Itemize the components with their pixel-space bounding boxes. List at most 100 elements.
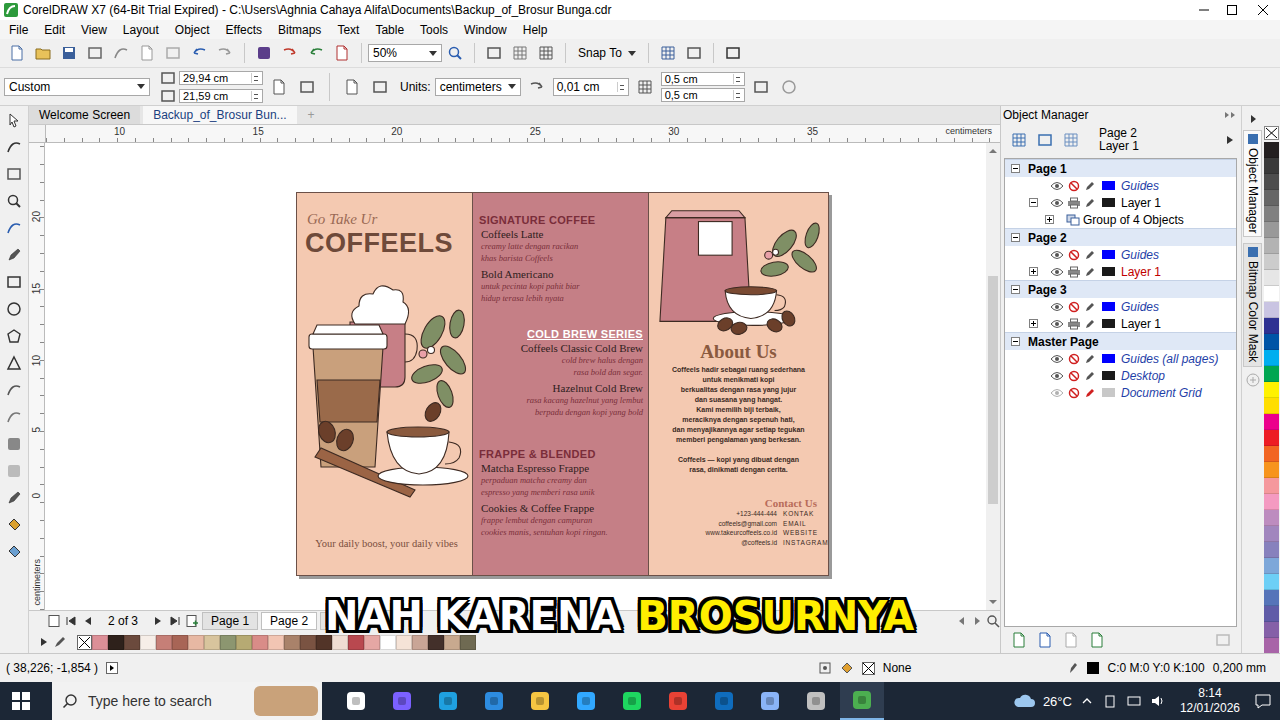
polygon-icon[interactable] [6, 328, 22, 344]
menu-item[interactable]: Effects [218, 23, 270, 37]
scroll-up-icon[interactable] [986, 145, 1000, 157]
color-swatch[interactable] [204, 635, 220, 650]
print-disabled-icon[interactable] [1067, 353, 1081, 365]
color-swatch[interactable] [1264, 430, 1279, 446]
vertical-scrollbar[interactable] [986, 143, 1000, 610]
ellipse-icon[interactable] [6, 301, 22, 317]
color-swatch[interactable] [1264, 606, 1279, 622]
bleed-icon[interactable] [753, 79, 769, 95]
taskbar-clock[interactable]: 8:1412/01/2026 [1180, 686, 1240, 716]
save-icon[interactable] [61, 45, 77, 61]
new-layer-icon[interactable] [1011, 632, 1027, 648]
color-swatch[interactable] [1264, 510, 1279, 526]
color-swatch[interactable] [1264, 270, 1279, 286]
tree-object-row[interactable]: Group of 4 Objects [1005, 211, 1236, 228]
edit-pencil-icon[interactable] [1084, 318, 1096, 330]
pick-icon[interactable] [6, 112, 22, 128]
menu-item[interactable]: Edit [36, 23, 73, 37]
redo-icon[interactable] [217, 45, 233, 61]
previous-page-icon[interactable] [81, 614, 95, 628]
next-page-icon[interactable] [151, 614, 165, 628]
visibility-eye-icon[interactable] [1050, 198, 1064, 208]
docker-tab[interactable]: Object Manager [1243, 130, 1262, 237]
shape-icon[interactable] [6, 139, 22, 155]
color-swatch[interactable] [1264, 462, 1279, 478]
tree-layer-row[interactable]: Guides [1005, 246, 1236, 263]
print-disabled-icon[interactable] [1067, 301, 1081, 313]
color-swatch[interactable] [1264, 190, 1279, 206]
cut-icon[interactable] [113, 45, 129, 61]
color-swatch[interactable] [1264, 574, 1279, 590]
visibility-eye-icon[interactable] [1050, 371, 1064, 381]
color-swatch[interactable] [108, 635, 124, 650]
zoom-navigator-icon[interactable] [986, 614, 1000, 628]
color-swatch[interactable] [1264, 238, 1279, 254]
visibility-eye-icon[interactable] [1050, 354, 1064, 364]
portrait-icon[interactable] [271, 79, 287, 95]
taskbar-app-button[interactable] [840, 682, 884, 720]
taskbar-app-button[interactable] [564, 682, 608, 720]
tree-layer-row[interactable]: Guides (all pages) [1005, 350, 1236, 367]
drop-shadow-icon[interactable] [6, 436, 22, 452]
color-swatch[interactable] [1264, 334, 1279, 350]
expand-toggle[interactable] [1029, 198, 1038, 207]
no-color-swatch-icon[interactable] [77, 635, 92, 650]
new-tab-button[interactable]: + [300, 106, 323, 124]
edit-pencil-icon[interactable] [1084, 370, 1096, 382]
color-proof-icon[interactable] [818, 661, 832, 675]
tree-page-row[interactable]: Page 2 [1005, 228, 1236, 246]
print-icon[interactable] [87, 45, 103, 61]
color-swatch[interactable] [220, 635, 236, 650]
color-swatch[interactable] [172, 635, 188, 650]
tree-layer-row[interactable]: Guides [1005, 298, 1236, 315]
page-view-icon[interactable] [47, 614, 61, 628]
freehand-icon[interactable] [6, 220, 22, 236]
new-icon[interactable] [9, 45, 25, 61]
layer-color-swatch[interactable] [1102, 198, 1115, 207]
palette-expand-icon[interactable] [39, 636, 49, 648]
layer-color-swatch[interactable] [1102, 354, 1115, 363]
taskbar-app-button[interactable] [610, 682, 654, 720]
add-page-icon[interactable] [185, 614, 199, 628]
color-swatch[interactable] [1264, 142, 1279, 158]
corel-launcher-icon[interactable] [256, 45, 272, 61]
weather-temperature[interactable]: 26°C [1043, 694, 1072, 709]
layer-properties-icon[interactable] [1011, 132, 1027, 148]
color-swatch[interactable] [1264, 286, 1279, 302]
status-expand-icon[interactable] [106, 662, 118, 674]
add-docker-icon[interactable] [1246, 373, 1260, 387]
taskbar-app-button[interactable] [748, 682, 792, 720]
color-swatch[interactable] [1264, 366, 1279, 382]
delete-icon[interactable] [1215, 632, 1231, 648]
taskbar-app-button[interactable] [702, 682, 746, 720]
document-tab[interactable]: Welcome Screen [29, 106, 140, 124]
color-swatch[interactable] [252, 635, 268, 650]
zoom-options-icon[interactable] [447, 45, 463, 61]
scroll-thumb[interactable] [988, 276, 998, 504]
edit-pencil-icon[interactable] [1084, 301, 1096, 313]
zoom-icon[interactable] [6, 193, 22, 209]
smart-fill-icon[interactable] [6, 544, 22, 560]
color-swatch[interactable] [1264, 318, 1279, 334]
paste-icon[interactable] [165, 45, 181, 61]
color-swatch[interactable] [1264, 174, 1279, 190]
menu-item[interactable]: Text [329, 23, 367, 37]
color-swatch[interactable] [1264, 446, 1279, 462]
layer-color-swatch[interactable] [1102, 388, 1115, 397]
last-page-icon[interactable] [168, 614, 182, 628]
color-swatch[interactable] [268, 635, 284, 650]
maximize-icon[interactable] [1218, 0, 1246, 20]
page-tab[interactable]: Page 2 [261, 612, 317, 630]
visibility-eye-icon[interactable] [1050, 388, 1064, 398]
color-swatch[interactable] [1264, 414, 1279, 430]
tree-layer-row[interactable]: Layer 1 [1005, 315, 1236, 332]
expand-toggle[interactable] [1029, 319, 1038, 328]
brochure-page[interactable]: Go Take Ur COFFEELS Your daily boost, yo… [296, 192, 829, 576]
color-swatch[interactable] [92, 635, 108, 650]
undo-icon[interactable] [191, 45, 207, 61]
dimension-icon[interactable] [6, 382, 22, 398]
tree-page-row[interactable]: Page 3 [1005, 280, 1236, 298]
eyedropper-icon[interactable] [6, 490, 22, 506]
edit-pencil-icon[interactable] [1084, 249, 1096, 261]
tree-layer-row[interactable]: Layer 1 [1005, 194, 1236, 211]
